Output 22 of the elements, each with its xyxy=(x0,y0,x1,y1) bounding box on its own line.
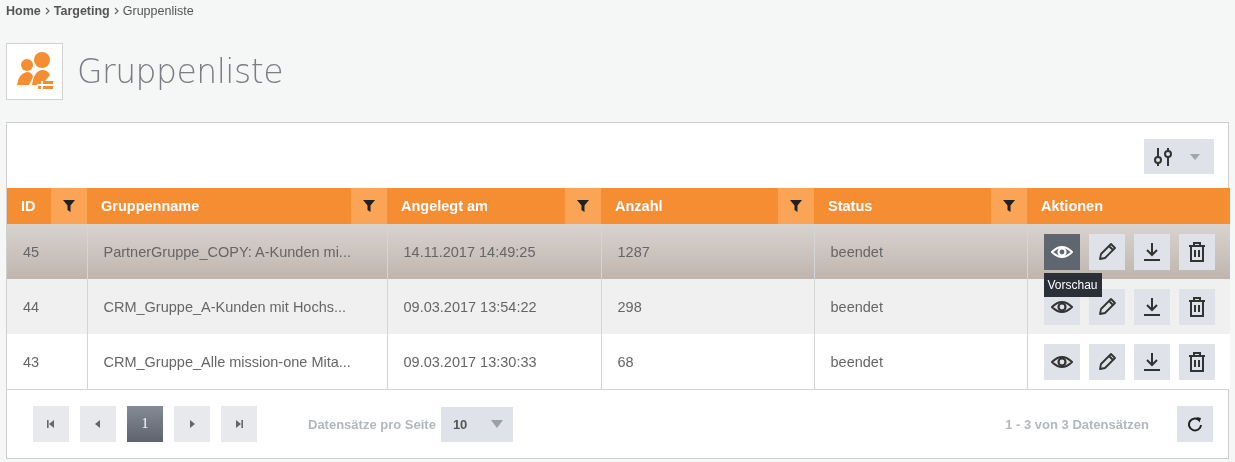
table-cell: 1287 xyxy=(601,224,814,279)
table-cell: beendet xyxy=(814,334,1027,389)
page-size-select[interactable]: 10 xyxy=(440,406,513,442)
table-cell: beendet xyxy=(814,224,1027,279)
table-cell: 68 xyxy=(601,334,814,389)
page-title: Gruppenliste xyxy=(77,51,283,91)
table-row[interactable]: 45 PartnerGruppe_COPY: A-Kunden mi... 14.11.2017 14:49:25 1287 beendet xyxy=(7,224,1230,279)
table-cell: 09.03.2017 13:30:33 xyxy=(387,334,601,389)
column-header[interactable]: Aktionen xyxy=(1027,188,1230,224)
page-button[interactable]: 1 xyxy=(127,406,163,442)
breadcrumb-current: Gruppenliste xyxy=(122,4,194,18)
table-cell: 14.11.2017 14:49:25 xyxy=(387,224,601,279)
table-cell: CRM_Gruppe_Alle mission-one Mita... xyxy=(87,334,387,389)
table-cell: 43 xyxy=(7,334,87,389)
table-cell: PartnerGruppe_COPY: A-Kunden mi... xyxy=(87,224,387,279)
record-count: 1 - 3 von 3 Datensätzen xyxy=(1005,416,1149,432)
breadcrumb-link[interactable]: Home xyxy=(6,4,41,18)
table-cell: 44 xyxy=(7,279,87,334)
table-row[interactable]: 43 CRM_Gruppe_Alle mission-one Mita... 09.03.2017 13:30:33 68 beendet xyxy=(7,334,1230,389)
breadcrumb-link[interactable]: Targeting xyxy=(53,4,110,18)
page-size-label: Datensätze pro Seite xyxy=(308,416,436,432)
table-cell: 45 xyxy=(7,224,87,279)
